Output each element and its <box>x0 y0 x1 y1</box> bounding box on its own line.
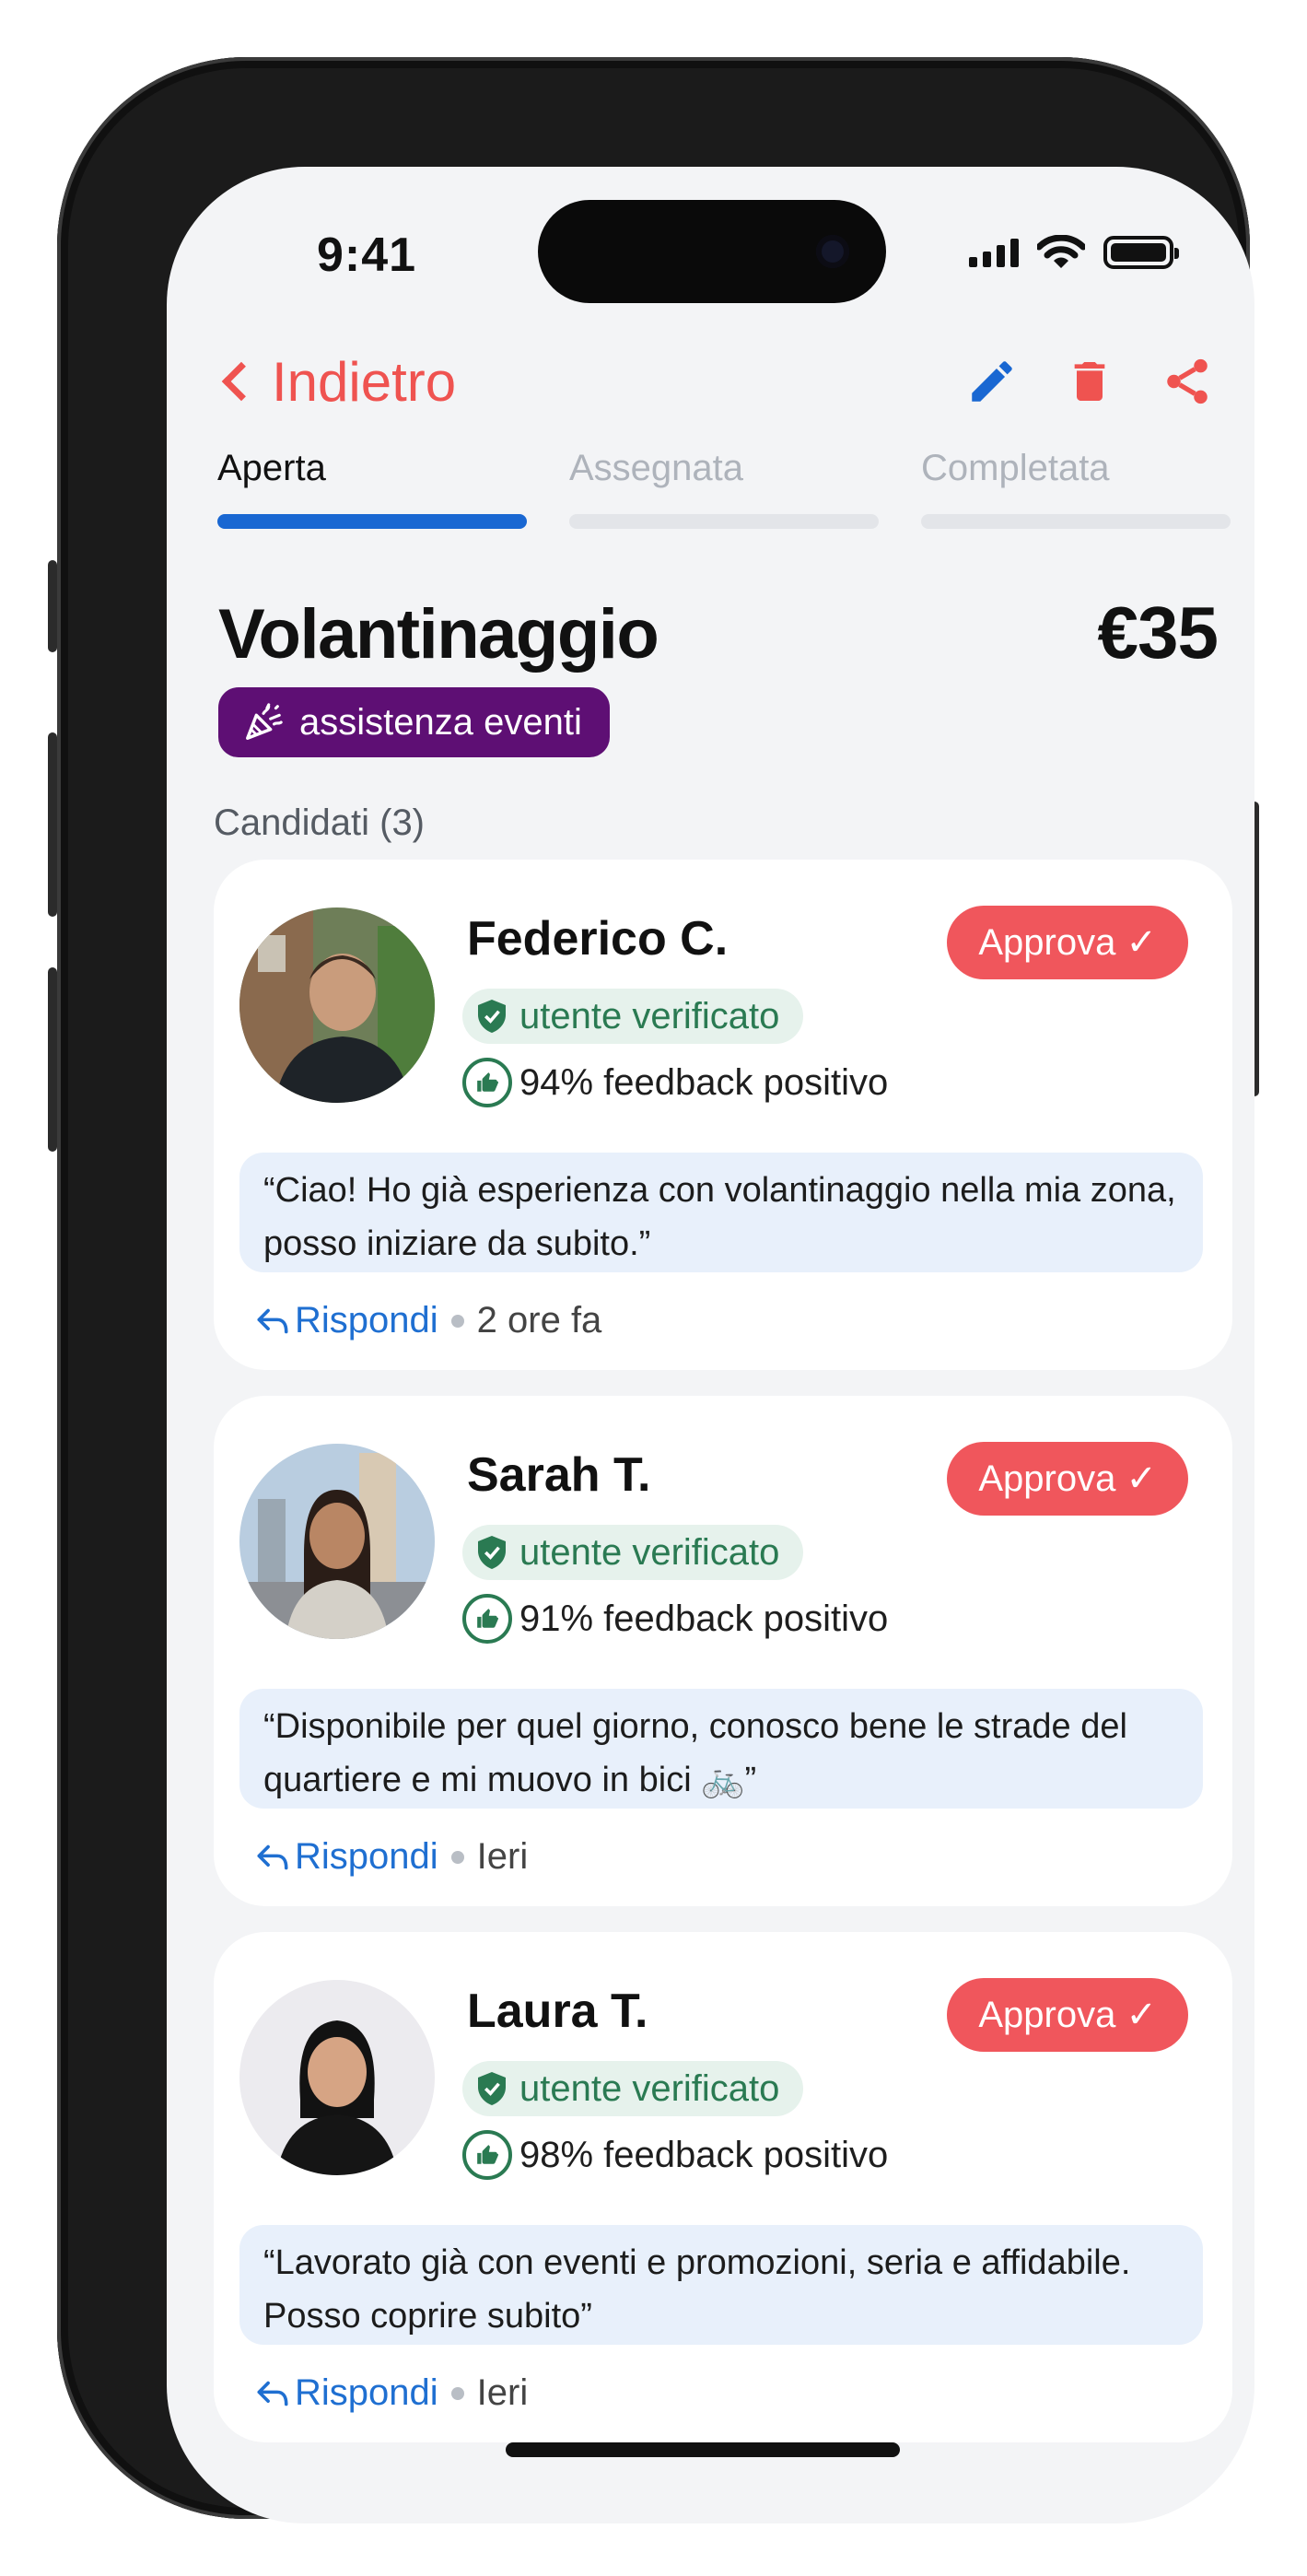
phone-frame: 9:41 Indietro Aperta Assegnata Completat… <box>57 57 1254 2523</box>
back-label: Indietro <box>272 350 457 413</box>
reply-icon <box>257 1308 288 1333</box>
separator-dot <box>450 1314 464 1328</box>
card-meta: Rispondi Ieri <box>254 1836 528 1878</box>
shield-check-icon <box>478 1536 506 1569</box>
feedback-text: 98% feedback positivo <box>519 2134 889 2175</box>
approve-button[interactable]: Approva ✓ <box>947 1978 1188 2052</box>
verified-label: utente verificato <box>519 1531 780 1573</box>
thumbs-up-icon <box>462 1058 512 1107</box>
reply-icon <box>257 1844 288 1869</box>
reply-icon <box>257 2381 288 2406</box>
volume-up-button[interactable] <box>48 732 57 917</box>
approve-button[interactable]: Approva ✓ <box>947 1442 1188 1516</box>
share-button[interactable] <box>1157 351 1218 412</box>
time-label: Ieri <box>476 2372 529 2413</box>
separator-dot <box>450 1850 464 1864</box>
camera-icon <box>816 235 849 268</box>
reply-button[interactable]: Rispondi <box>254 1836 438 1878</box>
feedback-text: 94% feedback positivo <box>519 1061 889 1103</box>
status-time: 9:41 <box>317 228 417 282</box>
card-meta: Rispondi 2 ore fa <box>254 1300 601 1341</box>
avatar <box>239 907 435 1103</box>
status-tabs: Aperta Assegnata Completata <box>217 448 1231 529</box>
nav-actions <box>962 351 1218 412</box>
card-meta: Rispondi Ieri <box>254 2372 528 2414</box>
shield-check-icon <box>478 2072 506 2105</box>
signal-icon <box>969 238 1019 267</box>
candidate-message: “Disponibile per quel giorno, conosco be… <box>239 1689 1203 1809</box>
time-label: 2 ore fa <box>476 1300 602 1341</box>
verified-badge: utente verificato <box>462 2061 804 2116</box>
wifi-icon <box>1037 235 1085 268</box>
candidate-card: Sarah T. Approva ✓ utente verificato 91%… <box>214 1396 1232 1906</box>
back-button[interactable]: Indietro <box>213 350 456 414</box>
avatar <box>239 1980 435 2175</box>
tab-indicator <box>569 514 879 529</box>
tab-aperta[interactable]: Aperta <box>217 448 527 529</box>
task-header: Volantinaggio €35 <box>218 591 1219 675</box>
verified-badge: utente verificato <box>462 1525 804 1580</box>
separator-dot <box>450 2386 464 2400</box>
feedback-score: 91% feedback positivo <box>462 1591 888 1646</box>
candidate-name: Laura T. <box>467 1985 648 2038</box>
reply-label: Rispondi <box>295 2372 438 2413</box>
tab-label: Assegnata <box>569 448 744 488</box>
tab-assegnata[interactable]: Assegnata <box>569 448 879 529</box>
candidate-name: Federico C. <box>467 912 729 966</box>
category-badge: assistenza eventi <box>218 687 610 757</box>
tab-label: Completata <box>921 448 1110 488</box>
reply-label: Rispondi <box>295 1836 438 1877</box>
tab-completata[interactable]: Completata <box>921 448 1231 529</box>
chevron-left-icon <box>221 361 262 402</box>
tab-label: Aperta <box>217 448 326 488</box>
tab-indicator <box>921 514 1231 529</box>
dynamic-island <box>538 200 886 303</box>
status-icons <box>969 235 1179 270</box>
volume-down-button[interactable] <box>48 967 57 1152</box>
screen: 9:41 Indietro Aperta Assegnata Completat… <box>167 167 1254 2523</box>
avatar <box>239 1444 435 1639</box>
pencil-icon <box>972 361 1012 402</box>
feedback-score: 94% feedback positivo <box>462 1055 888 1110</box>
approve-button[interactable]: Approva ✓ <box>947 906 1188 979</box>
category-label: assistenza eventi <box>299 701 582 743</box>
edit-button[interactable] <box>962 351 1022 412</box>
reply-button[interactable]: Rispondi <box>254 2372 438 2414</box>
thumbs-up-icon <box>462 2130 512 2180</box>
shield-check-icon <box>478 1000 506 1033</box>
nav-bar: Indietro <box>213 331 1218 432</box>
delete-button[interactable] <box>1059 351 1120 412</box>
candidate-card: Federico C. Approva ✓ utente verificato … <box>214 860 1232 1370</box>
reply-button[interactable]: Rispondi <box>254 1300 438 1341</box>
candidates-title: Candidati (3) <box>214 802 426 843</box>
verified-label: utente verificato <box>519 995 780 1036</box>
trash-icon <box>1074 362 1105 401</box>
candidate-message: “Ciao! Ho già esperienza con volantinagg… <box>239 1153 1203 1272</box>
candidate-message: “Lavorato già con eventi e promozioni, s… <box>239 2225 1203 2345</box>
tab-indicator <box>217 514 527 529</box>
verified-label: utente verificato <box>519 2067 780 2109</box>
task-title: Volantinaggio <box>218 595 659 673</box>
time-label: Ieri <box>476 1836 529 1877</box>
battery-icon <box>1103 236 1179 269</box>
feedback-text: 91% feedback positivo <box>519 1598 889 1639</box>
verified-badge: utente verificato <box>462 989 804 1044</box>
feedback-score: 98% feedback positivo <box>462 2127 888 2183</box>
candidate-card: Laura T. Approva ✓ utente verificato 98%… <box>214 1932 1232 2442</box>
reply-label: Rispondi <box>295 1300 438 1341</box>
action-button[interactable] <box>48 560 57 652</box>
task-price: €35 <box>1097 591 1219 673</box>
candidate-name: Sarah T. <box>467 1448 651 1502</box>
party-popper-icon <box>246 703 283 740</box>
share-icon <box>1167 358 1208 404</box>
home-indicator[interactable] <box>506 2442 900 2457</box>
thumbs-up-icon <box>462 1594 512 1644</box>
